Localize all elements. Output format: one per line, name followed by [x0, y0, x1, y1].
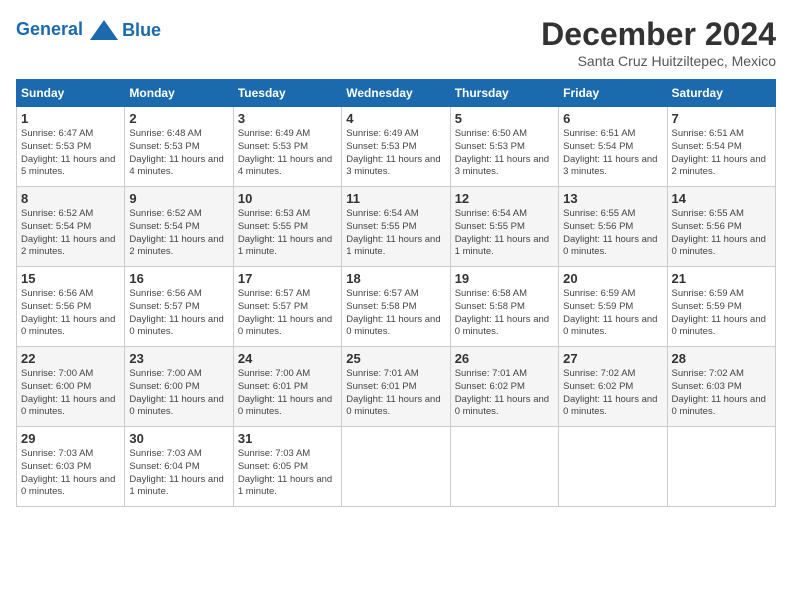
table-row: 25 Sunrise: 7:01 AMSunset: 6:01 PMDaylig…: [342, 347, 450, 427]
table-row: 19 Sunrise: 6:58 AMSunset: 5:58 PMDaylig…: [450, 267, 558, 347]
table-row: 9 Sunrise: 6:52 AMSunset: 5:54 PMDayligh…: [125, 187, 233, 267]
col-thursday: Thursday: [450, 80, 558, 107]
table-row: 13 Sunrise: 6:55 AMSunset: 5:56 PMDaylig…: [559, 187, 667, 267]
table-row: 14 Sunrise: 6:55 AMSunset: 5:56 PMDaylig…: [667, 187, 775, 267]
calendar-title-area: December 2024 Santa Cruz Huitziltepec, M…: [541, 16, 776, 69]
table-row: 7 Sunrise: 6:51 AMSunset: 5:54 PMDayligh…: [667, 107, 775, 187]
empty-cell: [450, 427, 558, 507]
calendar-week-row: 8 Sunrise: 6:52 AMSunset: 5:54 PMDayligh…: [17, 187, 776, 267]
table-row: 24 Sunrise: 7:00 AMSunset: 6:01 PMDaylig…: [233, 347, 341, 427]
col-wednesday: Wednesday: [342, 80, 450, 107]
table-row: 6 Sunrise: 6:51 AMSunset: 5:54 PMDayligh…: [559, 107, 667, 187]
calendar-week-row: 22 Sunrise: 7:00 AMSunset: 6:00 PMDaylig…: [17, 347, 776, 427]
table-row: 11 Sunrise: 6:54 AMSunset: 5:55 PMDaylig…: [342, 187, 450, 267]
logo-general: General: [16, 19, 83, 39]
table-row: 4 Sunrise: 6:49 AMSunset: 5:53 PMDayligh…: [342, 107, 450, 187]
table-row: 5 Sunrise: 6:50 AMSunset: 5:53 PMDayligh…: [450, 107, 558, 187]
calendar-week-row: 1 Sunrise: 6:47 AMSunset: 5:53 PMDayligh…: [17, 107, 776, 187]
empty-cell: [342, 427, 450, 507]
table-row: 16 Sunrise: 6:56 AMSunset: 5:57 PMDaylig…: [125, 267, 233, 347]
table-row: 2 Sunrise: 6:48 AMSunset: 5:53 PMDayligh…: [125, 107, 233, 187]
table-row: 31 Sunrise: 7:03 AMSunset: 6:05 PMDaylig…: [233, 427, 341, 507]
table-row: 28 Sunrise: 7:02 AMSunset: 6:03 PMDaylig…: [667, 347, 775, 427]
calendar-week-row: 29 Sunrise: 7:03 AMSunset: 6:03 PMDaylig…: [17, 427, 776, 507]
table-row: 26 Sunrise: 7:01 AMSunset: 6:02 PMDaylig…: [450, 347, 558, 427]
col-sunday: Sunday: [17, 80, 125, 107]
empty-cell: [559, 427, 667, 507]
table-row: 17 Sunrise: 6:57 AMSunset: 5:57 PMDaylig…: [233, 267, 341, 347]
table-row: 27 Sunrise: 7:02 AMSunset: 6:02 PMDaylig…: [559, 347, 667, 427]
table-row: 12 Sunrise: 6:54 AMSunset: 5:55 PMDaylig…: [450, 187, 558, 267]
table-row: 10 Sunrise: 6:53 AMSunset: 5:55 PMDaylig…: [233, 187, 341, 267]
calendar-table: Sunday Monday Tuesday Wednesday Thursday…: [16, 79, 776, 507]
empty-cell: [667, 427, 775, 507]
logo: General Blue: [16, 16, 161, 44]
calendar-week-row: 15 Sunrise: 6:56 AMSunset: 5:56 PMDaylig…: [17, 267, 776, 347]
col-tuesday: Tuesday: [233, 80, 341, 107]
col-saturday: Saturday: [667, 80, 775, 107]
table-row: 1 Sunrise: 6:47 AMSunset: 5:53 PMDayligh…: [17, 107, 125, 187]
table-row: 29 Sunrise: 7:03 AMSunset: 6:03 PMDaylig…: [17, 427, 125, 507]
logo-blue: Blue: [122, 20, 161, 41]
table-row: 8 Sunrise: 6:52 AMSunset: 5:54 PMDayligh…: [17, 187, 125, 267]
table-row: 15 Sunrise: 6:56 AMSunset: 5:56 PMDaylig…: [17, 267, 125, 347]
month-year-title: December 2024: [541, 16, 776, 53]
table-row: 21 Sunrise: 6:59 AMSunset: 5:59 PMDaylig…: [667, 267, 775, 347]
table-row: 3 Sunrise: 6:49 AMSunset: 5:53 PMDayligh…: [233, 107, 341, 187]
table-row: 22 Sunrise: 7:00 AMSunset: 6:00 PMDaylig…: [17, 347, 125, 427]
table-row: 23 Sunrise: 7:00 AMSunset: 6:00 PMDaylig…: [125, 347, 233, 427]
location-subtitle: Santa Cruz Huitziltepec, Mexico: [541, 53, 776, 69]
table-row: 30 Sunrise: 7:03 AMSunset: 6:04 PMDaylig…: [125, 427, 233, 507]
table-row: 18 Sunrise: 6:57 AMSunset: 5:58 PMDaylig…: [342, 267, 450, 347]
calendar-header-row: Sunday Monday Tuesday Wednesday Thursday…: [17, 80, 776, 107]
col-friday: Friday: [559, 80, 667, 107]
col-monday: Monday: [125, 80, 233, 107]
table-row: 20 Sunrise: 6:59 AMSunset: 5:59 PMDaylig…: [559, 267, 667, 347]
page-header: General Blue December 2024 Santa Cruz Hu…: [16, 16, 776, 69]
